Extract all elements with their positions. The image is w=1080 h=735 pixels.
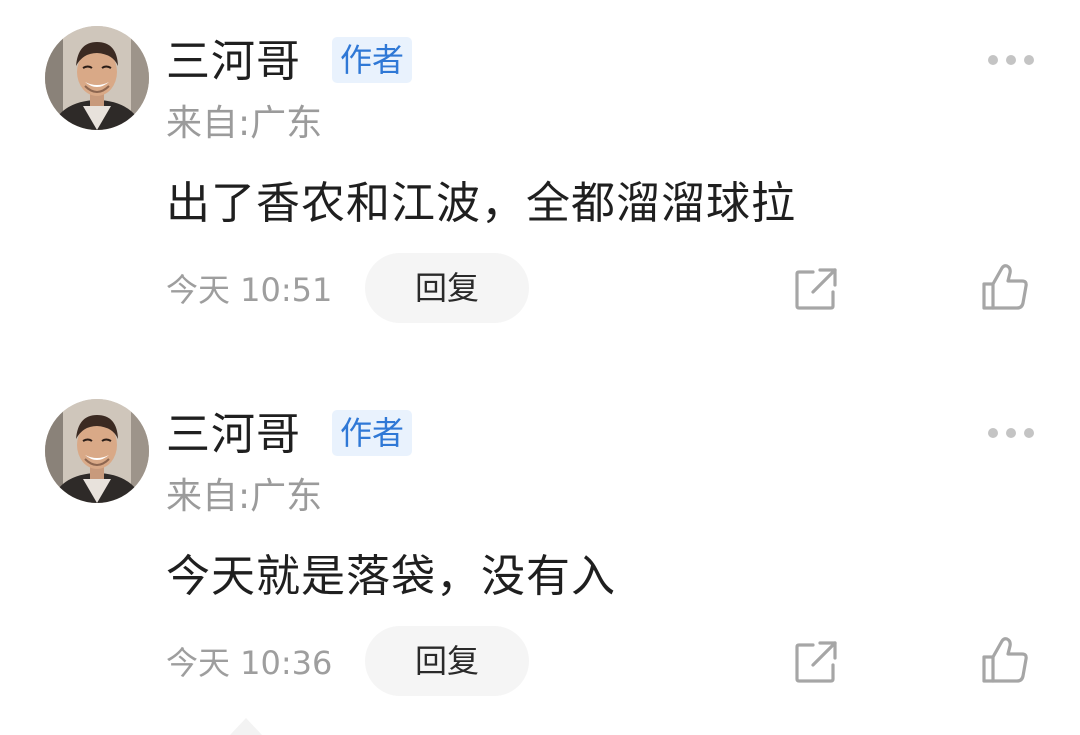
comment-timestamp: 今天 10:36 <box>166 644 333 682</box>
thumbs-up-icon[interactable] <box>980 262 1030 312</box>
avatar-portrait-image <box>45 26 149 130</box>
author-name[interactable]: 三河哥 <box>166 407 301 463</box>
share-icon[interactable] <box>793 639 839 685</box>
avatar[interactable] <box>45 26 149 130</box>
dot <box>988 428 998 438</box>
comment-item: 三河哥 作者 来自:广东 出了香农和江波，全都溜溜球拉 今天 10:51 回复 <box>0 0 1080 340</box>
reply-thread-pointer <box>230 718 262 735</box>
comment-timestamp: 今天 10:51 <box>166 271 333 309</box>
comment-text: 出了香农和江波，全都溜溜球拉 <box>166 178 796 229</box>
comment-text: 今天就是落袋，没有入 <box>166 551 616 602</box>
dot <box>988 55 998 65</box>
location-label: 来自:广东 <box>166 476 323 517</box>
more-dots-icon[interactable] <box>988 52 1034 68</box>
dot <box>1024 428 1034 438</box>
reply-button[interactable]: 回复 <box>365 626 529 696</box>
author-badge: 作者 <box>332 37 413 83</box>
thumbs-up-icon[interactable] <box>980 635 1030 685</box>
avatar-portrait-image <box>45 399 149 503</box>
share-icon[interactable] <box>793 266 839 312</box>
location-label: 来自:广东 <box>166 103 323 144</box>
dot <box>1006 55 1016 65</box>
more-dots-icon[interactable] <box>988 425 1034 441</box>
avatar[interactable] <box>45 399 149 503</box>
dot <box>1006 428 1016 438</box>
comment-item: 三河哥 作者 来自:广东 今天就是落袋，没有入 今天 10:36 回复 <box>0 373 1080 713</box>
author-name[interactable]: 三河哥 <box>166 34 301 90</box>
reply-button[interactable]: 回复 <box>365 253 529 323</box>
author-badge: 作者 <box>332 410 413 456</box>
dot <box>1024 55 1034 65</box>
